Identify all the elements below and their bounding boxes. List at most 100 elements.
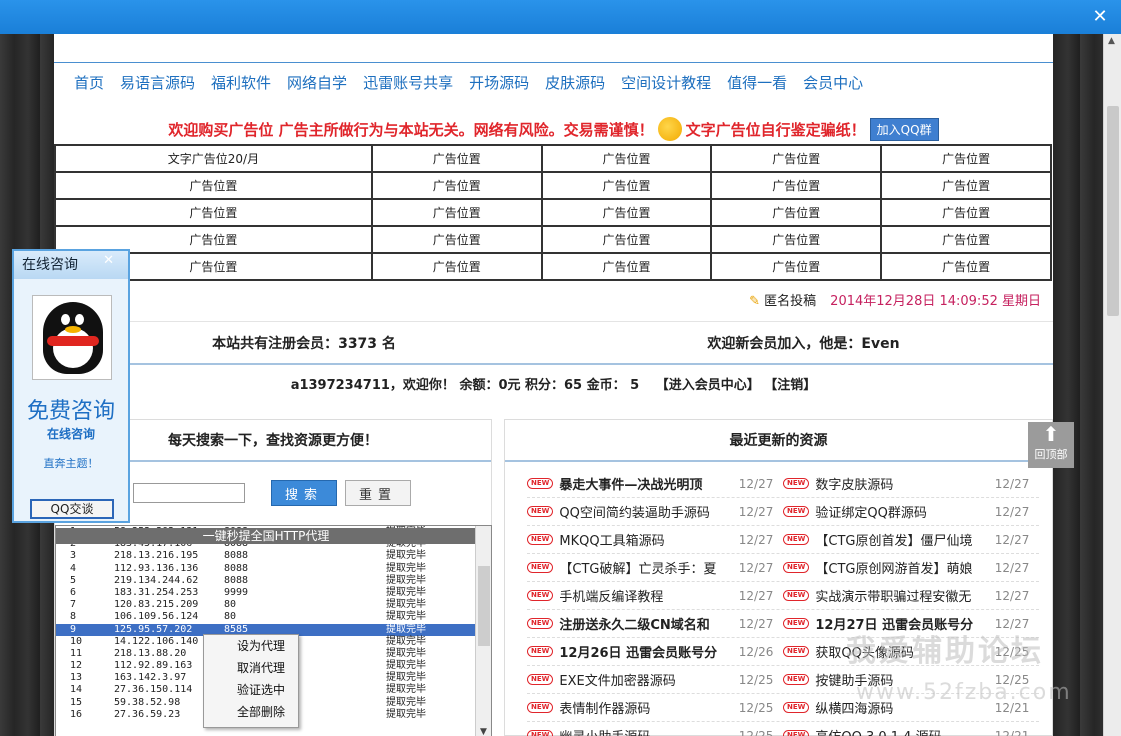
chevron-down-icon[interactable]: ▼ xyxy=(480,727,487,736)
search-button[interactable]: 搜索 xyxy=(271,480,337,506)
new-badge: NEW xyxy=(783,562,810,573)
resource-item[interactable]: NEW 【CTG原创首发】僵尸仙境 12/27 xyxy=(783,530,1039,549)
resource-item[interactable]: NEW MKQQ工具箱源码 12/27 xyxy=(527,530,783,549)
ad-slot[interactable]: 广告位置 xyxy=(540,198,713,227)
ad-slot[interactable]: 广告位置 xyxy=(710,144,883,173)
resource-title[interactable]: 高仿QQ 3.0.1.4 源码 xyxy=(815,726,993,736)
resource-item[interactable]: NEW 验证绑定QQ群源码 12/27 xyxy=(783,502,1039,521)
ad-slot[interactable]: 广告位置 xyxy=(880,198,1052,227)
current-date: 2014年12月28日 14:09:52 星期日 xyxy=(830,294,1041,309)
proxy-row[interactable]: 7 120.83.215.209 80 提取完毕 xyxy=(56,599,476,611)
nav-link-9[interactable]: 会员中心 xyxy=(803,72,863,96)
notice-text-2: 文字广告位自行鉴定骗纸！ xyxy=(685,120,866,139)
proxy-row[interactable]: 8 106.109.56.124 80 提取完毕 xyxy=(56,611,476,623)
nav-link-2[interactable]: 福利软件 xyxy=(211,72,271,96)
close-icon[interactable]: ✕ xyxy=(1089,6,1111,28)
join-qq-group-button[interactable]: 加入QQ群 xyxy=(869,117,939,141)
ad-slot[interactable]: 广告位置 xyxy=(880,225,1052,254)
resource-title[interactable]: MKQQ工具箱源码 xyxy=(559,530,737,549)
resource-title[interactable]: 注册送永久二级CN域名和 xyxy=(559,614,737,633)
context-menu-item[interactable]: 取消代理 xyxy=(204,657,298,679)
ad-slot[interactable]: 广告位置 xyxy=(540,144,713,173)
resource-title[interactable]: 手机端反编译教程 xyxy=(559,586,737,605)
resource-title[interactable]: 【CTG原创网游首发】萌娘 xyxy=(815,558,993,577)
proxy-scrollbar[interactable]: ▼ xyxy=(475,526,491,736)
ad-slot[interactable]: 文字广告位20/月 xyxy=(54,144,373,173)
resource-item[interactable]: NEW 注册送永久二级CN域名和 12/27 xyxy=(527,614,783,633)
resource-item[interactable]: NEW 暴走大事件—决战光明顶 12/27 xyxy=(527,474,783,493)
ad-slot[interactable]: 广告位置 xyxy=(710,225,883,254)
nav-link-4[interactable]: 迅雷账号共享 xyxy=(363,72,453,96)
ad-slot[interactable]: 广告位置 xyxy=(880,171,1052,200)
resource-title[interactable]: 实战演示带职骗过程安徽无 xyxy=(815,586,993,605)
ad-slot[interactable]: 广告位置 xyxy=(540,171,713,200)
resource-item[interactable]: NEW 12月26日 迅雷会员账号分 12/26 xyxy=(527,642,783,661)
proxy-cell: 112.93.136.136 xyxy=(114,562,199,574)
page-scrollbar[interactable]: ▲ xyxy=(1103,34,1121,736)
nav-link-1[interactable]: 易语言源码 xyxy=(120,72,195,96)
proxy-cell: 10 xyxy=(70,635,83,647)
ad-slot[interactable]: 广告位置 xyxy=(880,252,1052,281)
search-input[interactable] xyxy=(133,483,245,503)
scroll-thumb[interactable] xyxy=(1107,106,1119,316)
back-to-top-button[interactable]: ⬆ 回顶部 xyxy=(1028,422,1074,468)
ad-slot[interactable]: 广告位置 xyxy=(370,198,543,227)
nav-link-0[interactable]: 首页 xyxy=(74,72,104,96)
member-center-link[interactable]: 【进入会员中心】 xyxy=(656,378,760,393)
ad-slot[interactable]: 广告位置 xyxy=(710,198,883,227)
resource-item[interactable]: NEW EXE文件加密器源码 12/25 xyxy=(527,670,783,689)
resource-item[interactable]: NEW 幽灵小助手源码12/25 xyxy=(527,726,783,736)
qq-chat-button[interactable]: QQ交谈 xyxy=(30,499,114,519)
new-badge: NEW xyxy=(527,590,554,601)
resource-item[interactable]: NEW 【CTG原创网游首发】萌娘 12/27 xyxy=(783,558,1039,577)
ad-slot[interactable]: 广告位置 xyxy=(370,225,543,254)
ad-slot[interactable]: 广告位置 xyxy=(880,144,1052,173)
ad-slot[interactable]: 广告位置 xyxy=(54,198,373,227)
resource-title[interactable]: QQ空间简约装逼助手源码 xyxy=(559,502,737,521)
resource-item[interactable]: NEW QQ空间简约装逼助手源码 12/27 xyxy=(527,502,783,521)
proxy-row[interactable]: 6 183.31.254.253 9999 提取完毕 xyxy=(56,587,476,599)
resource-title[interactable]: 表情制作器源码 xyxy=(559,698,737,717)
logout-link[interactable]: 【注销】 xyxy=(764,378,816,393)
resource-title[interactable]: 【CTG破解】亡灵杀手：夏 xyxy=(559,558,737,577)
context-menu-item[interactable]: 全部删除 xyxy=(204,701,298,723)
nav-link-6[interactable]: 皮肤源码 xyxy=(545,72,605,96)
nav-link-3[interactable]: 网络自学 xyxy=(287,72,347,96)
resource-title[interactable]: 12月26日 迅雷会员账号分 xyxy=(559,642,737,661)
resource-title[interactable]: 验证绑定QQ群源码 xyxy=(815,502,993,521)
ad-slot[interactable]: 广告位置 xyxy=(370,144,543,173)
resource-title[interactable]: 幽灵小助手源码 xyxy=(559,726,737,736)
ad-slot[interactable]: 广告位置 xyxy=(710,252,883,281)
chevron-up-icon[interactable]: ▲ xyxy=(1108,36,1115,46)
resource-item[interactable]: NEW 数字皮肤源码 12/27 xyxy=(783,474,1039,493)
ad-slot[interactable]: 广告位置 xyxy=(370,252,543,281)
resource-item[interactable]: NEW 【CTG破解】亡灵杀手：夏 12/27 xyxy=(527,558,783,577)
ad-slot[interactable]: 广告位置 xyxy=(540,225,713,254)
resource-item[interactable]: NEW 高仿QQ 3.0.1.4 源码12/21 xyxy=(783,726,1039,736)
proxy-row[interactable]: 5 219.134.244.62 8088 提取完毕 xyxy=(56,575,476,587)
ad-slot[interactable]: 广告位置 xyxy=(540,252,713,281)
close-icon[interactable]: ✕ xyxy=(103,253,114,268)
nav-link-7[interactable]: 空间设计教程 xyxy=(621,72,711,96)
resource-title[interactable]: 暴走大事件—决战光明顶 xyxy=(559,474,737,493)
ad-slot[interactable]: 广告位置 xyxy=(370,171,543,200)
resource-title[interactable]: 【CTG原创首发】僵尸仙境 xyxy=(815,530,993,549)
proxy-row[interactable]: 4 112.93.136.136 8088 提取完毕 xyxy=(56,563,476,575)
duck-icon xyxy=(657,117,682,141)
resource-title[interactable]: 数字皮肤源码 xyxy=(815,474,993,493)
reset-button[interactable]: 重置 xyxy=(345,480,411,506)
ad-slot[interactable]: 广告位置 xyxy=(54,171,373,200)
proxy-title-bar: 一键秒提全国HTTP代理 xyxy=(56,528,476,544)
context-menu-item[interactable]: 验证选中 xyxy=(204,679,298,701)
search-row: 搜索 重置 xyxy=(133,480,411,506)
nav-link-8[interactable]: 值得一看 xyxy=(727,72,787,96)
proxy-row[interactable]: 3 218.13.216.195 8088 提取完毕 xyxy=(56,550,476,562)
ad-slot[interactable]: 广告位置 xyxy=(710,171,883,200)
resource-item[interactable]: NEW 手机端反编译教程 12/27 xyxy=(527,586,783,605)
resource-title[interactable]: EXE文件加密器源码 xyxy=(559,670,737,689)
context-menu-item[interactable]: 设为代理 xyxy=(204,635,298,657)
nav-link-5[interactable]: 开场源码 xyxy=(469,72,529,96)
resource-item[interactable]: NEW 表情制作器源码 12/25 xyxy=(527,698,783,717)
submit-link[interactable]: ✎ 匿名投稿 xyxy=(749,290,816,309)
resource-item[interactable]: NEW 实战演示带职骗过程安徽无 12/27 xyxy=(783,586,1039,605)
